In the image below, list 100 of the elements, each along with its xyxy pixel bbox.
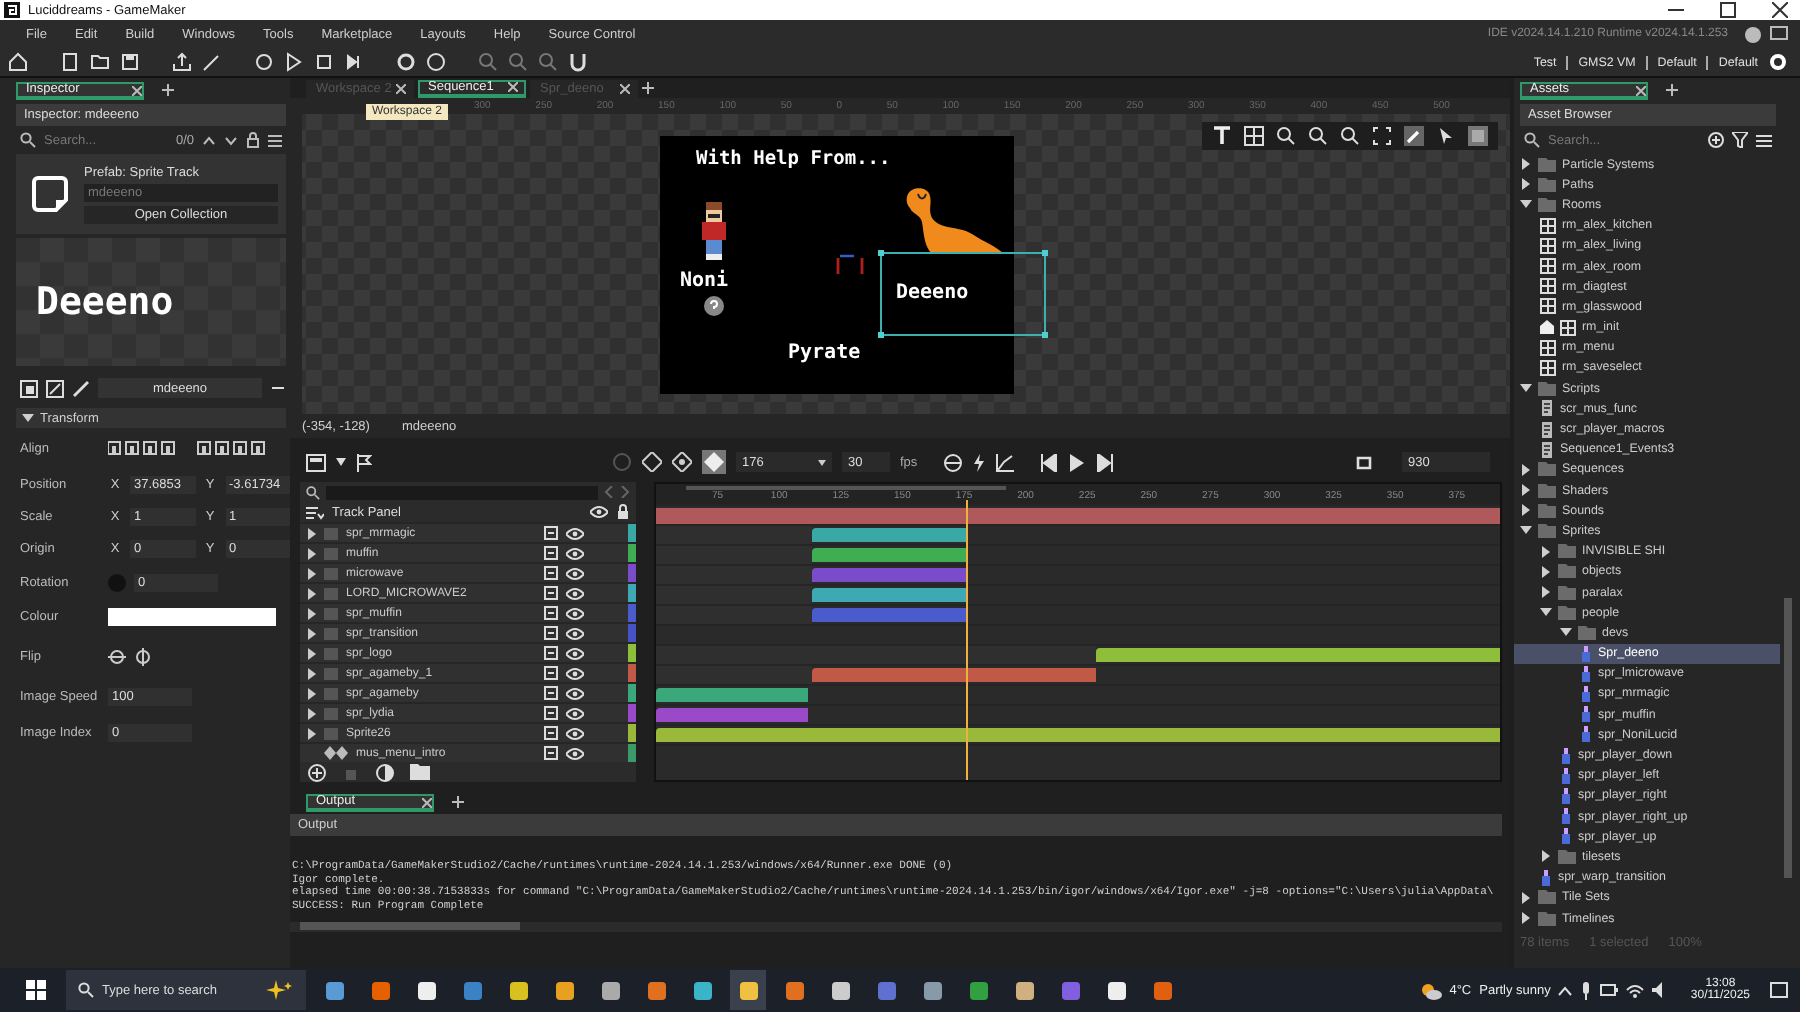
- microphone-icon[interactable]: [1580, 981, 1593, 999]
- align-buttons-drawing[interactable]: [108, 440, 268, 456]
- key-icon[interactable]: [544, 566, 558, 580]
- close-icon[interactable]: [508, 82, 518, 92]
- eye-icon[interactable]: [566, 527, 584, 539]
- key-icon[interactable]: [544, 586, 558, 600]
- timeline-scrollbar[interactable]: [686, 486, 1006, 490]
- taskbar-app-icon[interactable]: [415, 979, 437, 1001]
- scrollbar-thumb[interactable]: [300, 922, 520, 930]
- graph-icon[interactable]: [995, 453, 1014, 471]
- add-keyframe-icon[interactable]: [702, 450, 726, 474]
- flip-horizontal-icon[interactable]: [108, 647, 126, 665]
- play-icon[interactable]: [1068, 453, 1087, 471]
- add-tab-icon[interactable]: [162, 84, 174, 96]
- close-icon[interactable]: [132, 85, 142, 95]
- menu-icon[interactable]: [1756, 133, 1772, 147]
- add-tab-icon[interactable]: [452, 796, 464, 808]
- previous-keyframe-icon[interactable]: [642, 452, 662, 472]
- chevron-right-icon[interactable]: [620, 486, 630, 498]
- chevron-down-icon[interactable]: [224, 133, 238, 147]
- taskbar-app-icon[interactable]: [737, 979, 759, 1001]
- caret-icon[interactable]: [1540, 586, 1552, 599]
- flip-vertical-icon[interactable]: [134, 647, 152, 665]
- caret-icon[interactable]: [1540, 545, 1552, 558]
- close-icon[interactable]: [620, 83, 630, 93]
- eye-icon[interactable]: [566, 687, 584, 699]
- taskbar-app-icon[interactable]: [1013, 979, 1035, 1001]
- lightning-icon[interactable]: [971, 453, 986, 471]
- chat-icon[interactable]: [1770, 25, 1788, 43]
- taskbar-app-icon[interactable]: [829, 979, 851, 1001]
- close-icon[interactable]: [1636, 85, 1646, 95]
- add-tab-icon[interactable]: [1666, 84, 1678, 96]
- text-tool-icon[interactable]: [1212, 126, 1232, 146]
- lock-icon[interactable]: [246, 132, 260, 148]
- flag-icon[interactable]: [356, 453, 372, 471]
- caret-icon[interactable]: [1520, 158, 1532, 171]
- play-icon[interactable]: [284, 52, 304, 72]
- eye-icon[interactable]: [566, 547, 584, 559]
- grid-icon[interactable]: [1244, 126, 1264, 146]
- eye-icon[interactable]: [590, 506, 608, 518]
- caret-icon[interactable]: [1520, 504, 1532, 517]
- track-clip[interactable]: [656, 728, 1500, 742]
- zoom-out-icon[interactable]: [1276, 126, 1296, 146]
- key-icon[interactable]: [544, 686, 558, 700]
- caret-icon[interactable]: [1520, 524, 1532, 537]
- notification-icon[interactable]: [1770, 981, 1788, 999]
- caret-icon[interactable]: [1520, 198, 1532, 211]
- key-icon[interactable]: [544, 726, 558, 740]
- caret-icon[interactable]: [1520, 484, 1532, 497]
- scrollbar-thumb[interactable]: [1784, 598, 1792, 878]
- key-icon[interactable]: [544, 526, 558, 540]
- export-icon[interactable]: [172, 52, 192, 72]
- caret-icon[interactable]: [1520, 178, 1532, 191]
- taskbar-app-icon[interactable]: [921, 979, 943, 1001]
- key-icon[interactable]: [544, 666, 558, 680]
- key-icon[interactable]: [544, 646, 558, 660]
- chevron-left-icon[interactable]: [604, 486, 614, 498]
- key-icon[interactable]: [544, 606, 558, 620]
- zoom-reset-icon[interactable]: [1308, 126, 1328, 146]
- caret-icon[interactable]: [1520, 463, 1532, 476]
- track-clip[interactable]: [656, 688, 809, 702]
- filter-icon[interactable]: [1732, 132, 1748, 148]
- step-icon[interactable]: [344, 52, 364, 72]
- network-icon[interactable]: [1626, 983, 1645, 997]
- stop-icon[interactable]: [314, 52, 334, 72]
- start-icon[interactable]: [26, 980, 46, 1000]
- eye-icon[interactable]: [566, 727, 584, 739]
- weather-icon[interactable]: [1419, 981, 1442, 999]
- new-file-icon[interactable]: [60, 52, 80, 72]
- brush-icon[interactable]: [202, 52, 222, 72]
- magnet-icon[interactable]: [568, 52, 588, 72]
- cursor-icon[interactable]: [1436, 126, 1456, 146]
- menu-icon[interactable]: [268, 133, 282, 147]
- eye-icon[interactable]: [566, 607, 584, 619]
- zoom-in-icon[interactable]: [1340, 126, 1360, 146]
- eye-icon[interactable]: [566, 667, 584, 679]
- wrench-icon[interactable]: [1404, 126, 1424, 146]
- eye-icon[interactable]: [566, 647, 584, 659]
- caret-icon[interactable]: [1520, 382, 1532, 395]
- loop-icon[interactable]: [1354, 453, 1375, 471]
- debug-icon[interactable]: [254, 52, 274, 72]
- dropdown-caret-icon[interactable]: [336, 458, 346, 466]
- track-view-icon[interactable]: [306, 453, 326, 471]
- taskbar-app-icon[interactable]: [507, 979, 529, 1001]
- fullscreen-icon[interactable]: [1372, 126, 1392, 146]
- save-icon[interactable]: [120, 52, 140, 72]
- home-icon[interactable]: [8, 52, 28, 72]
- track-clip[interactable]: [656, 708, 809, 722]
- close-icon[interactable]: [396, 83, 406, 93]
- caret-icon[interactable]: [1540, 606, 1552, 619]
- taskbar-app-icon[interactable]: [553, 979, 575, 1001]
- key-icon[interactable]: [544, 546, 558, 560]
- target-gear-icon[interactable]: [1768, 52, 1788, 72]
- key-icon[interactable]: [544, 706, 558, 720]
- caret-icon[interactable]: [1520, 912, 1532, 925]
- next-keyframe-icon[interactable]: [672, 452, 692, 472]
- close-icon[interactable]: [1772, 2, 1788, 18]
- chevron-up-icon[interactable]: [202, 133, 216, 147]
- taskbar-app-icon[interactable]: [599, 979, 621, 1001]
- key-icon[interactable]: [544, 746, 558, 760]
